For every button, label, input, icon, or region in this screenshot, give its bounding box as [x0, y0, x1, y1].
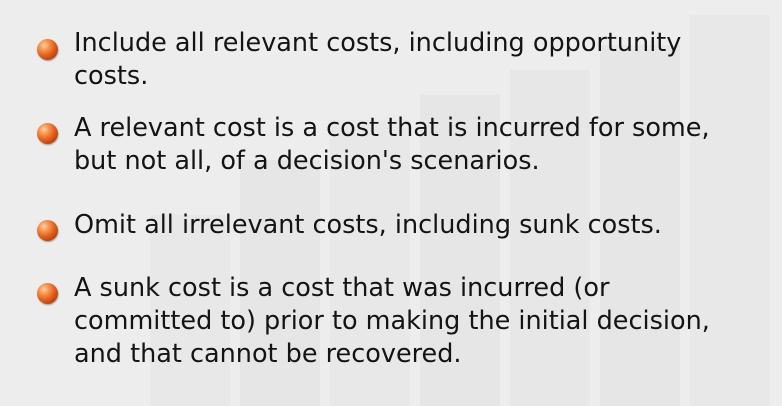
bullet-line: Include all relevant costs, including op… [74, 28, 682, 58]
bullet-line: Omit all irrelevant costs, including sun… [74, 210, 662, 240]
bullet-point-icon [37, 220, 58, 241]
bullet-item: A relevant cost is a cost that is incurr… [74, 112, 774, 178]
bullet-item: Omit all irrelevant costs, including sun… [74, 209, 774, 242]
bullet-line: costs. [74, 61, 149, 91]
bullet-line: committed to) prior to making the initia… [74, 306, 710, 336]
bullet-point-icon [37, 123, 58, 144]
bullet-item: Include all relevant costs, including op… [74, 27, 774, 93]
bullet-item: A sunk cost is a cost that was incurred … [74, 272, 774, 371]
bullet-line: but not all, of a decision's scenarios. [74, 146, 540, 176]
bullet-point-icon [37, 283, 58, 304]
bullet-line: A relevant cost is a cost that is incurr… [74, 113, 710, 143]
bullet-line: and that cannot be recovered. [74, 339, 462, 369]
bullet-point-icon [37, 39, 58, 60]
bullet-line: A sunk cost is a cost that was incurred … [74, 273, 610, 303]
